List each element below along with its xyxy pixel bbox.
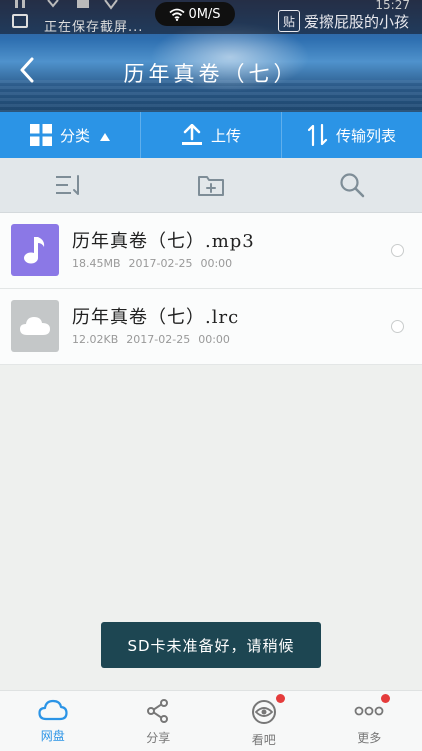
tool-row (0, 158, 422, 213)
network-speed-indicator: 0M/S (155, 2, 235, 26)
transfer-arrows-icon (308, 124, 328, 146)
music-file-icon (11, 224, 59, 276)
add-folder-icon (198, 174, 224, 196)
upload-button[interactable]: 上传 (141, 112, 282, 158)
dropdown-triangle-icon (100, 133, 110, 141)
notification-text: 正在保存截屏... (44, 16, 143, 35)
sort-button[interactable] (0, 158, 141, 212)
transfer-list-label: 传输列表 (336, 125, 396, 146)
signal-icon (14, 0, 28, 12)
toast-message: SD卡未准备好，请稍候 (101, 622, 321, 668)
select-checkbox[interactable] (391, 244, 404, 257)
more-dots-icon (354, 699, 384, 723)
nav-label: 更多 (357, 729, 381, 746)
screenshot-notification-icon (12, 14, 28, 28)
sort-icon (56, 174, 84, 196)
file-meta: 18.45MB 2017-02-25 00:00 (72, 257, 232, 270)
nav-item-netdisk[interactable]: 网盘 (0, 691, 106, 751)
page-title: 历年真卷（七） (0, 58, 422, 88)
new-folder-button[interactable] (141, 158, 282, 212)
nav-item-more[interactable]: 更多 (317, 691, 422, 751)
bottom-nav: 网盘 分享 看吧 更多 (0, 690, 422, 751)
transfer-list-button[interactable]: 传输列表 (282, 112, 422, 158)
upload-label: 上传 (211, 125, 241, 146)
status-bar: 正在保存截屏... 0M/S 贴 爱擦屁股的小孩 15:27 (0, 0, 422, 34)
shield-icon (104, 0, 118, 12)
tieba-badge-icon: 贴 (278, 10, 300, 32)
grid-icon (30, 124, 52, 146)
location-icon (46, 0, 60, 12)
file-time: 00:00 (200, 257, 232, 270)
nav-item-watch[interactable]: 看吧 (211, 691, 317, 751)
notification-dot (276, 694, 285, 703)
header: 正在保存截屏... 0M/S 贴 爱擦屁股的小孩 15:27 历年真卷（七） (0, 0, 422, 112)
sim-icon (76, 0, 90, 12)
upload-icon (181, 124, 203, 146)
file-size: 12.02KB (72, 333, 118, 346)
share-icon (146, 699, 170, 723)
watermark-text: 爱擦屁股的小孩 (304, 11, 409, 32)
action-bar: 分类 上传 传输列表 (0, 112, 422, 158)
file-list: 历年真卷（七）.mp3 18.45MB 2017-02-25 00:00 历年真… (0, 213, 422, 365)
category-button[interactable]: 分类 (0, 112, 141, 158)
status-clock: 15:27 (375, 0, 410, 12)
file-date: 2017-02-25 (126, 333, 190, 346)
nav-label: 网盘 (41, 727, 65, 744)
file-row-mp3[interactable]: 历年真卷（七）.mp3 18.45MB 2017-02-25 00:00 (0, 213, 422, 289)
file-row-lrc[interactable]: 历年真卷（七）.lrc 12.02KB 2017-02-25 00:00 (0, 289, 422, 365)
file-meta: 12.02KB 2017-02-25 00:00 (72, 333, 230, 346)
wifi-icon (169, 8, 185, 21)
cloud-icon (38, 699, 68, 721)
eye-icon (251, 699, 277, 725)
watermark: 贴 爱擦屁股的小孩 (278, 10, 409, 32)
file-time: 00:00 (198, 333, 230, 346)
network-speed-text: 0M/S (188, 7, 220, 22)
search-icon (339, 172, 365, 198)
search-button[interactable] (281, 158, 422, 212)
select-checkbox[interactable] (391, 320, 404, 333)
category-label: 分类 (60, 125, 90, 146)
file-date: 2017-02-25 (129, 257, 193, 270)
file-name: 历年真卷（七）.lrc (72, 303, 239, 329)
nav-item-share[interactable]: 分享 (106, 691, 212, 751)
nav-label: 看吧 (252, 731, 276, 748)
file-name: 历年真卷（七）.mp3 (72, 227, 255, 253)
cloud-file-icon (11, 300, 59, 352)
nav-label: 分享 (146, 729, 170, 746)
file-size: 18.45MB (72, 257, 121, 270)
notification-dot (381, 694, 390, 703)
